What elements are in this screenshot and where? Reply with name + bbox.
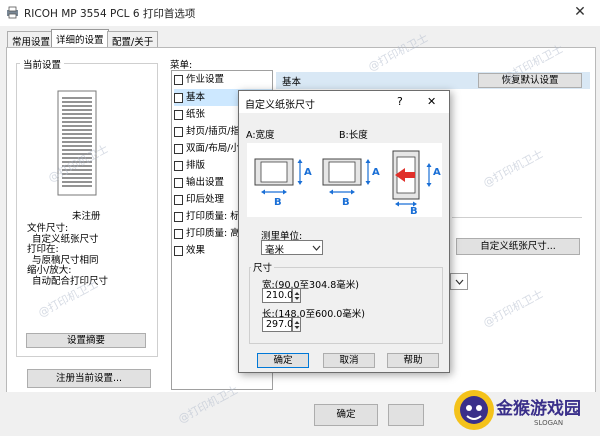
menu-item-label: 双面/布局/小 bbox=[186, 143, 240, 154]
help-question-icon[interactable]: ? bbox=[397, 95, 403, 108]
menu-label: 菜单: bbox=[170, 60, 193, 71]
brand-logo-text: 金猴游戏园 bbox=[496, 399, 581, 419]
menu-item-label: 打印质量: 高 bbox=[186, 228, 240, 239]
paper-dropdown[interactable] bbox=[450, 273, 468, 290]
dialog-help-button[interactable]: 帮助 bbox=[387, 353, 439, 368]
duplex-icon bbox=[174, 143, 183, 154]
menu-item-label: 作业设置 bbox=[186, 74, 225, 85]
length-input[interactable]: 297.0 bbox=[262, 317, 293, 332]
custom-paper-size-dialog: 自定义纸张尺寸 ? ✕ A:宽度 B:长度 A B A B A B 测里单位: … bbox=[238, 90, 450, 373]
tab-detailed-settings[interactable]: 详细的设置 bbox=[51, 29, 109, 48]
dialog-cancel-button[interactable]: 取消 bbox=[323, 353, 375, 368]
diagram-b-mark: B bbox=[410, 206, 418, 217]
restore-defaults-button[interactable]: 恢复默认设置 bbox=[478, 73, 582, 88]
window-titlebar: RICOH MP 3554 PCL 6 打印首选项 ✕ bbox=[0, 0, 600, 26]
spinner-arrows-icon bbox=[294, 321, 300, 329]
paper-feed-diagram-3 bbox=[392, 150, 432, 207]
dialog-title: 自定义纸张尺寸 bbox=[245, 100, 315, 111]
paper-feed-diagram-1 bbox=[254, 158, 303, 195]
current-settings-title: 当前设置 bbox=[20, 57, 65, 71]
measure-unit-value: 毫米 bbox=[265, 245, 285, 256]
custom-paper-size-button[interactable]: 自定义纸张尺寸... bbox=[456, 238, 580, 255]
divider bbox=[452, 217, 582, 218]
register-current-settings-button[interactable]: 注册当前设置... bbox=[27, 369, 151, 388]
chevron-down-icon bbox=[455, 279, 464, 285]
width-input[interactable]: 210.0 bbox=[262, 288, 293, 303]
ok-button[interactable]: 确定 bbox=[314, 404, 378, 426]
dialog-ok-button[interactable]: 确定 bbox=[257, 353, 309, 368]
user-label: 未注册 bbox=[72, 211, 101, 222]
menu-item-label: 印后处理 bbox=[186, 194, 225, 205]
summary-line: 打印在: bbox=[27, 244, 59, 255]
summary-line: 文件尺寸: bbox=[27, 223, 69, 234]
width-a-label: A:宽度 bbox=[246, 130, 275, 141]
section-header-title: 基本 bbox=[282, 77, 302, 88]
length-b-label: B:长度 bbox=[339, 130, 368, 141]
diagram-a-mark: A bbox=[433, 167, 441, 178]
document-icon bbox=[174, 74, 183, 85]
menu-item-job-settings[interactable]: 作业设置 bbox=[174, 71, 272, 88]
printer-app-icon bbox=[7, 6, 18, 19]
length-spinner[interactable] bbox=[292, 317, 301, 332]
quality-icon bbox=[174, 228, 183, 239]
settings-summary-button[interactable]: 设置摘要 bbox=[26, 333, 146, 348]
tab-common-settings[interactable]: 常用设置 bbox=[7, 31, 56, 48]
menu-item-label: 封页/插页/指 bbox=[186, 126, 240, 137]
menu-item-label: 基本 bbox=[186, 92, 206, 103]
diagram-a-mark: A bbox=[304, 167, 312, 178]
diagram-b-mark: B bbox=[342, 197, 350, 208]
menu-item-label: 输出设置 bbox=[186, 177, 225, 188]
diagram-a-mark: A bbox=[372, 167, 380, 178]
menu-item-label: 打印质量: 标 bbox=[186, 211, 240, 222]
quality-icon bbox=[174, 211, 183, 222]
menu-item-label: 排版 bbox=[186, 160, 206, 171]
paper-feed-diagram-2 bbox=[322, 158, 371, 195]
cover-icon bbox=[174, 126, 183, 137]
measure-unit-select[interactable]: 毫米 bbox=[261, 240, 323, 256]
monkey-logo-icon bbox=[454, 390, 494, 430]
width-spinner[interactable] bbox=[292, 288, 301, 303]
cancel-button-partial[interactable] bbox=[388, 404, 424, 426]
summary-line: 缩小/放大: bbox=[27, 265, 72, 276]
close-icon: ✕ bbox=[574, 4, 586, 20]
size-group-title: 尺寸 bbox=[251, 260, 275, 274]
spinner-arrows-icon bbox=[294, 292, 300, 300]
window-close-button[interactable]: ✕ bbox=[566, 2, 594, 22]
paper-orientation-diagram: A B A B A B bbox=[247, 143, 442, 217]
window-title: RICOH MP 3554 PCL 6 打印首选项 bbox=[24, 8, 196, 20]
paper-icon bbox=[174, 109, 183, 120]
document-icon bbox=[174, 92, 183, 103]
imposition-icon bbox=[174, 160, 183, 171]
finishing-icon bbox=[174, 194, 183, 205]
brand-logo: 金猴游戏园 SLOGAN bbox=[452, 388, 592, 432]
menu-item-label: 纸张 bbox=[186, 109, 206, 120]
brand-logo-subtext: SLOGAN bbox=[534, 419, 564, 427]
menu-item-label: 效果 bbox=[186, 245, 206, 256]
tab-config-about[interactable]: 配置/关于 bbox=[107, 31, 159, 48]
chevron-down-icon bbox=[312, 245, 321, 251]
diagram-b-mark: B bbox=[274, 197, 282, 208]
settings-summary-text: 文件尺寸: 自定义纸张尺寸 打印在: 与原稿尺寸相同 缩小/放大: 自动配合打印… bbox=[27, 223, 108, 287]
output-icon bbox=[174, 177, 183, 188]
dialog-close-icon[interactable]: ✕ bbox=[427, 95, 436, 108]
effects-icon bbox=[174, 245, 183, 256]
